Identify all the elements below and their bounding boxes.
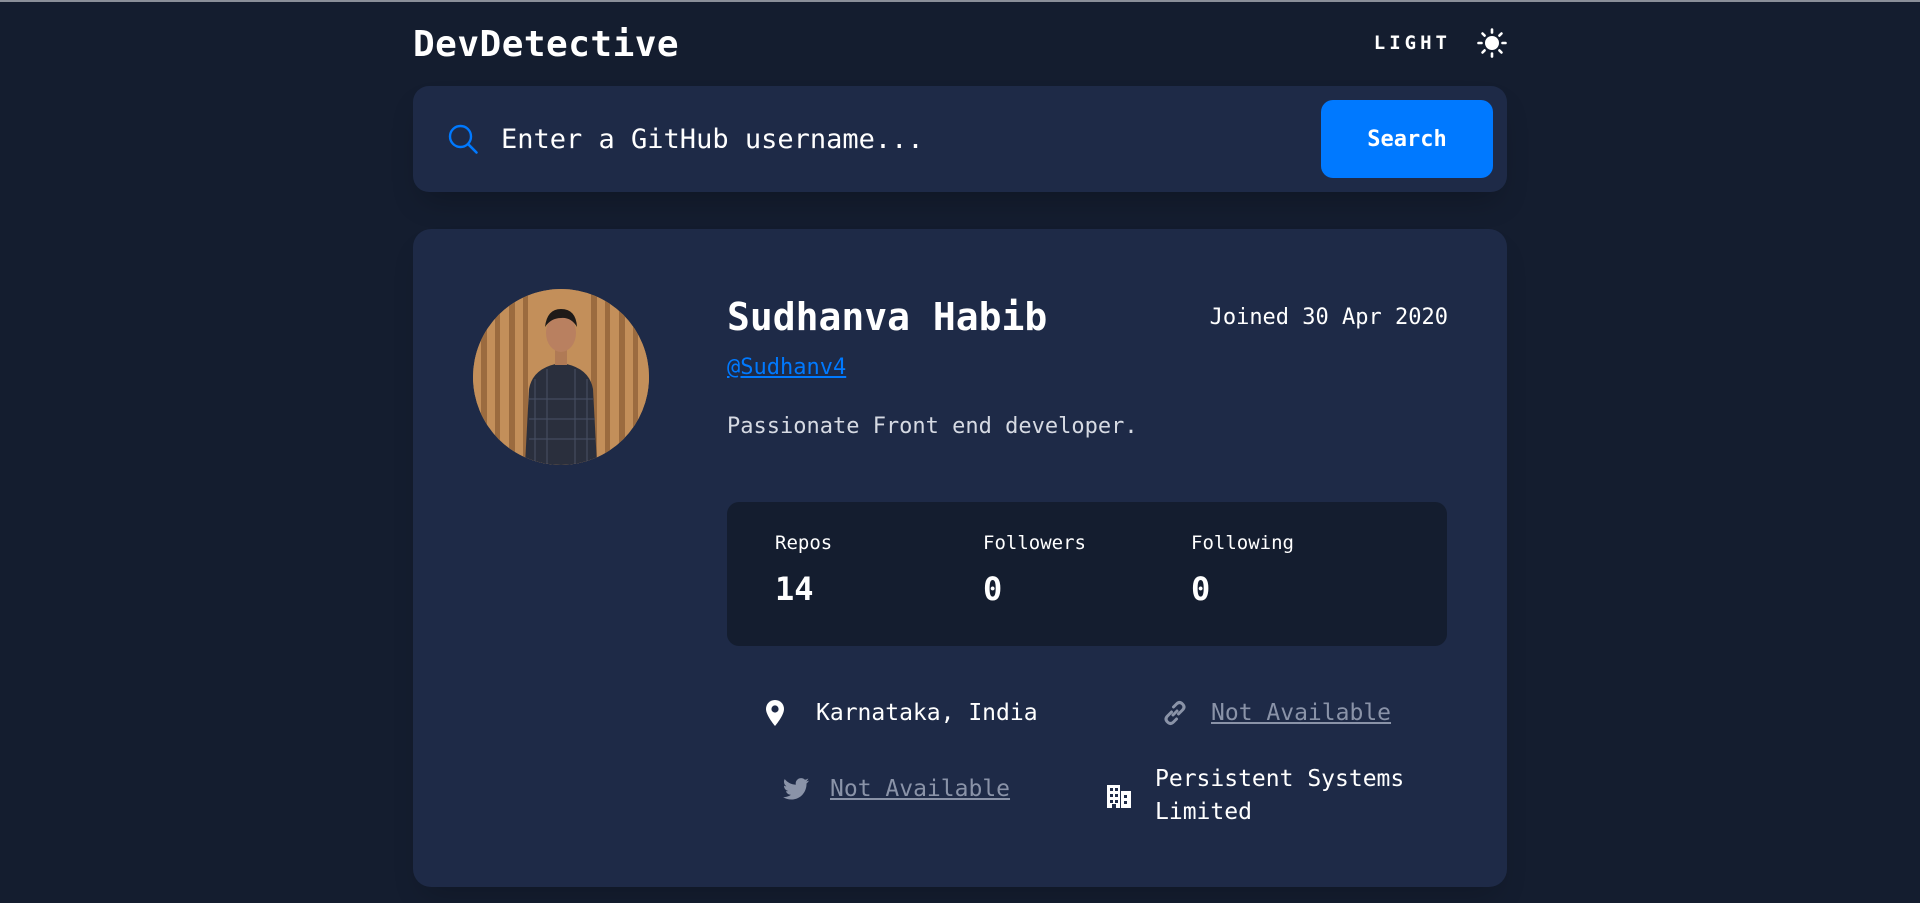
stat-repos: Repos 14 <box>775 532 832 608</box>
stat-value: 14 <box>775 570 814 608</box>
window-top-border <box>0 0 1920 2</box>
info-location: Karnataka, India <box>761 699 1038 727</box>
theme-toggle-label: LIGHT <box>1373 32 1451 54</box>
header: DevDetective LIGHT <box>413 24 1507 72</box>
profile-bio: Passionate Front end developer. <box>727 414 1138 439</box>
twitter-icon <box>783 778 809 800</box>
joined-date: Joined 30 Apr 2020 <box>1209 305 1448 330</box>
info-company: Persistent Systems Limited <box>1105 763 1425 829</box>
theme-toggle-button[interactable]: LIGHT <box>1374 28 1507 58</box>
location-text: Karnataka, India <box>816 700 1038 726</box>
stats-panel: Repos 14 Followers 0 Following 0 <box>727 502 1447 646</box>
stat-label: Followers <box>983 532 1086 554</box>
stat-value: 0 <box>983 570 1003 608</box>
profile-username-link[interactable]: @Sudhanv4 <box>727 355 846 380</box>
search-icon <box>448 124 478 154</box>
stat-followers: Followers 0 <box>983 532 1086 608</box>
website-link[interactable]: Not Available <box>1211 700 1391 726</box>
stat-value: 0 <box>1191 570 1211 608</box>
avatar <box>473 289 649 465</box>
avatar-photo <box>473 289 649 465</box>
stat-label: Repos <box>775 532 833 554</box>
sun-icon <box>1477 28 1507 58</box>
search-bar: Search <box>413 86 1507 192</box>
info-website: Not Available <box>1161 699 1391 727</box>
stat-label: Following <box>1191 532 1294 554</box>
profile-card: Sudhanva Habib Joined 30 Apr 2020 @Sudha… <box>413 229 1507 887</box>
twitter-link[interactable]: Not Available <box>830 776 1010 802</box>
company-text: Persistent Systems Limited <box>1155 766 1405 825</box>
building-icon <box>1107 785 1131 808</box>
info-twitter: Not Available <box>782 775 1010 803</box>
search-button[interactable]: Search <box>1321 100 1493 178</box>
search-input[interactable] <box>501 110 1291 168</box>
location-pin-icon <box>766 700 784 726</box>
app-logo: DevDetective <box>413 24 680 65</box>
profile-name: Sudhanva Habib <box>727 295 1048 339</box>
link-icon <box>1164 701 1186 725</box>
stat-following: Following 0 <box>1191 532 1294 608</box>
